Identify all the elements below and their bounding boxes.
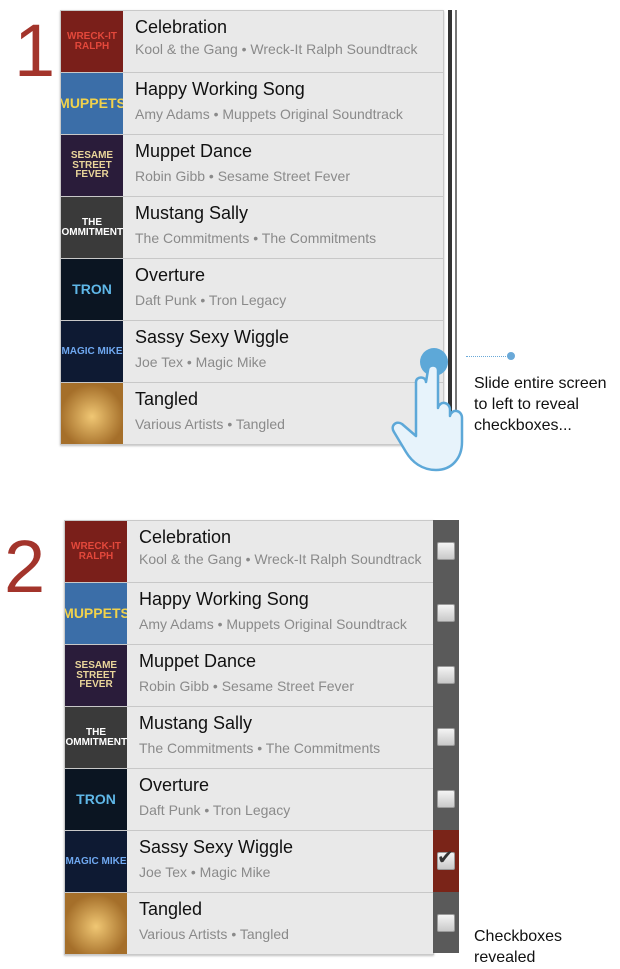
- song-subtitle: Daft Punk • Tron Legacy: [139, 802, 291, 818]
- checkmark-icon: ✔: [437, 845, 454, 869]
- hand-shape: [391, 364, 464, 472]
- song-subtitle: Robin Gibb • Sesame Street Fever: [139, 678, 354, 694]
- song-title: Tangled: [139, 899, 203, 919]
- song-title: Mustang Sally: [139, 713, 253, 733]
- checkbox-column: ✔: [433, 520, 459, 953]
- song-row[interactable]: WRECK-IT RALPH Celebration Kool & the Gang…: [65, 521, 433, 583]
- callout-dot: [507, 352, 515, 360]
- song-title: Happy Working Song: [139, 589, 309, 609]
- album-art: THE COMMITMENTS: [65, 707, 127, 768]
- result-note: Checkboxes revealed: [474, 928, 563, 966]
- song-title: Sassy Sexy Wiggle: [139, 837, 294, 857]
- song-subtitle: Daft Punk • Tron Legacy: [135, 292, 287, 308]
- song-subtitle: Joe Tex • Magic Mike: [139, 864, 271, 880]
- song-row[interactable]: THE COMMITMENTS Mustang Sally The Commitme…: [61, 197, 443, 259]
- song-title: Overture: [135, 265, 206, 285]
- album-art: SESAME STREET FEVER: [65, 645, 127, 706]
- album-art-text: WRECK-IT RALPH: [71, 541, 121, 562]
- step-number: 2: [4, 525, 46, 608]
- album-art-text: THE COMMITMENTS: [61, 217, 123, 238]
- song-subtitle: Kool & the Gang • Wreck-It Ralph Soundtr…: [139, 551, 422, 567]
- song-subtitle: Robin Gibb • Sesame Street Fever: [135, 168, 350, 184]
- album-art-text: TRON: [76, 790, 116, 807]
- song-title: Celebration: [139, 527, 232, 547]
- checkbox-cell[interactable]: [433, 582, 459, 644]
- album-art-text: SESAME STREET FEVER: [74, 660, 118, 691]
- song-subtitle: Various Artists • Tangled: [139, 926, 289, 942]
- song-row[interactable]: TRON Overture Daft Punk • Tron Legacy: [61, 259, 443, 321]
- instruction-note: Slide entire screen to left to reveal ch…: [474, 375, 607, 434]
- song-subtitle: The Commitments • The Commitments: [139, 740, 381, 756]
- song-row[interactable]: THE COMMITMENTS Mustang Sally The Commitme…: [65, 707, 433, 769]
- checkbox[interactable]: [437, 604, 455, 622]
- album-art: MUPPETS: [61, 73, 123, 134]
- song-row[interactable]: WRECK-IT RALPH Celebration Kool & the Gang…: [61, 11, 443, 73]
- album-art: TRON: [61, 259, 123, 320]
- song-title: Happy Working Song: [135, 79, 305, 99]
- song-row[interactable]: Tangled Various Artists • Tangled: [65, 893, 433, 954]
- checkbox[interactable]: [437, 914, 455, 932]
- checkbox-cell[interactable]: [433, 706, 459, 768]
- song-title: Muppet Dance: [135, 141, 253, 161]
- album-art-text: SESAME STREET FEVER: [70, 150, 114, 181]
- album-art: [65, 893, 127, 954]
- checkbox-cell[interactable]: [433, 520, 459, 582]
- album-art-text: MAGIC MIKE: [61, 345, 123, 357]
- album-art-text: MUPPETS: [61, 94, 123, 111]
- callout-leader: [466, 356, 510, 357]
- album-art: THE COMMITMENTS: [61, 197, 123, 258]
- song-row[interactable]: Tangled Various Artists • Tangled: [61, 383, 443, 444]
- album-art-text: THE COMMITMENTS: [65, 727, 127, 748]
- checkbox-cell[interactable]: ✔: [433, 830, 459, 892]
- album-art: MAGIC MIKE: [65, 831, 127, 892]
- pointing-hand-icon: [391, 348, 464, 472]
- song-row[interactable]: TRON Overture Daft Punk • Tron Legacy: [65, 769, 433, 831]
- checkbox-cell[interactable]: [433, 644, 459, 706]
- checkbox[interactable]: [437, 728, 455, 746]
- checkbox-cell[interactable]: [433, 892, 459, 954]
- song-row[interactable]: MUPPETS Happy Working Song Amy Adams • Mup…: [65, 583, 433, 645]
- album-art: MAGIC MIKE: [61, 321, 123, 382]
- album-art: MUPPETS: [65, 583, 127, 644]
- album-art: WRECK-IT RALPH: [61, 11, 123, 72]
- step-number: 1: [14, 9, 56, 92]
- checkbox[interactable]: [437, 666, 455, 684]
- song-title: Celebration: [135, 17, 228, 37]
- song-subtitle: Amy Adams • Muppets Original Soundtrack: [139, 616, 407, 632]
- song-title: Overture: [139, 775, 210, 795]
- album-art: [61, 383, 123, 444]
- checkbox[interactable]: [437, 790, 455, 808]
- album-art: WRECK-IT RALPH: [65, 521, 127, 582]
- song-subtitle: The Commitments • The Commitments: [135, 230, 377, 246]
- song-row[interactable]: SESAME STREET FEVER Muppet Dance Robin Gib…: [61, 135, 443, 197]
- album-art: TRON: [65, 769, 127, 830]
- song-title: Mustang Sally: [135, 203, 249, 223]
- song-row[interactable]: MUPPETS Happy Working Song Amy Adams • Mup…: [61, 73, 443, 135]
- album-art-image: [61, 383, 123, 444]
- album-art: SESAME STREET FEVER: [61, 135, 123, 196]
- song-subtitle: Kool & the Gang • Wreck-It Ralph Soundtr…: [135, 41, 418, 57]
- album-art-image: [65, 893, 127, 954]
- song-row[interactable]: MAGIC MIKE Sassy Sexy Wiggle Joe Tex • Mag…: [61, 321, 443, 383]
- song-row[interactable]: MAGIC MIKE Sassy Sexy Wiggle Joe Tex • Mag…: [65, 831, 433, 893]
- song-subtitle: Amy Adams • Muppets Original Soundtrack: [135, 106, 403, 122]
- album-art-text: MAGIC MIKE: [65, 855, 127, 867]
- song-list[interactable]: WRECK-IT RALPH Celebration Kool & the Gang…: [60, 10, 444, 445]
- album-art-text: TRON: [72, 280, 112, 297]
- song-row[interactable]: SESAME STREET FEVER Muppet Dance Robin Gib…: [65, 645, 433, 707]
- checkbox-checked[interactable]: ✔: [437, 847, 455, 870]
- song-title: Muppet Dance: [139, 651, 257, 671]
- checkbox-cell[interactable]: [433, 768, 459, 830]
- album-art-text: MUPPETS: [65, 604, 127, 621]
- song-list[interactable]: WRECK-IT RALPH Celebration Kool & the Gang…: [64, 520, 434, 955]
- checkbox[interactable]: [437, 542, 455, 560]
- album-art-text: WRECK-IT RALPH: [67, 31, 117, 52]
